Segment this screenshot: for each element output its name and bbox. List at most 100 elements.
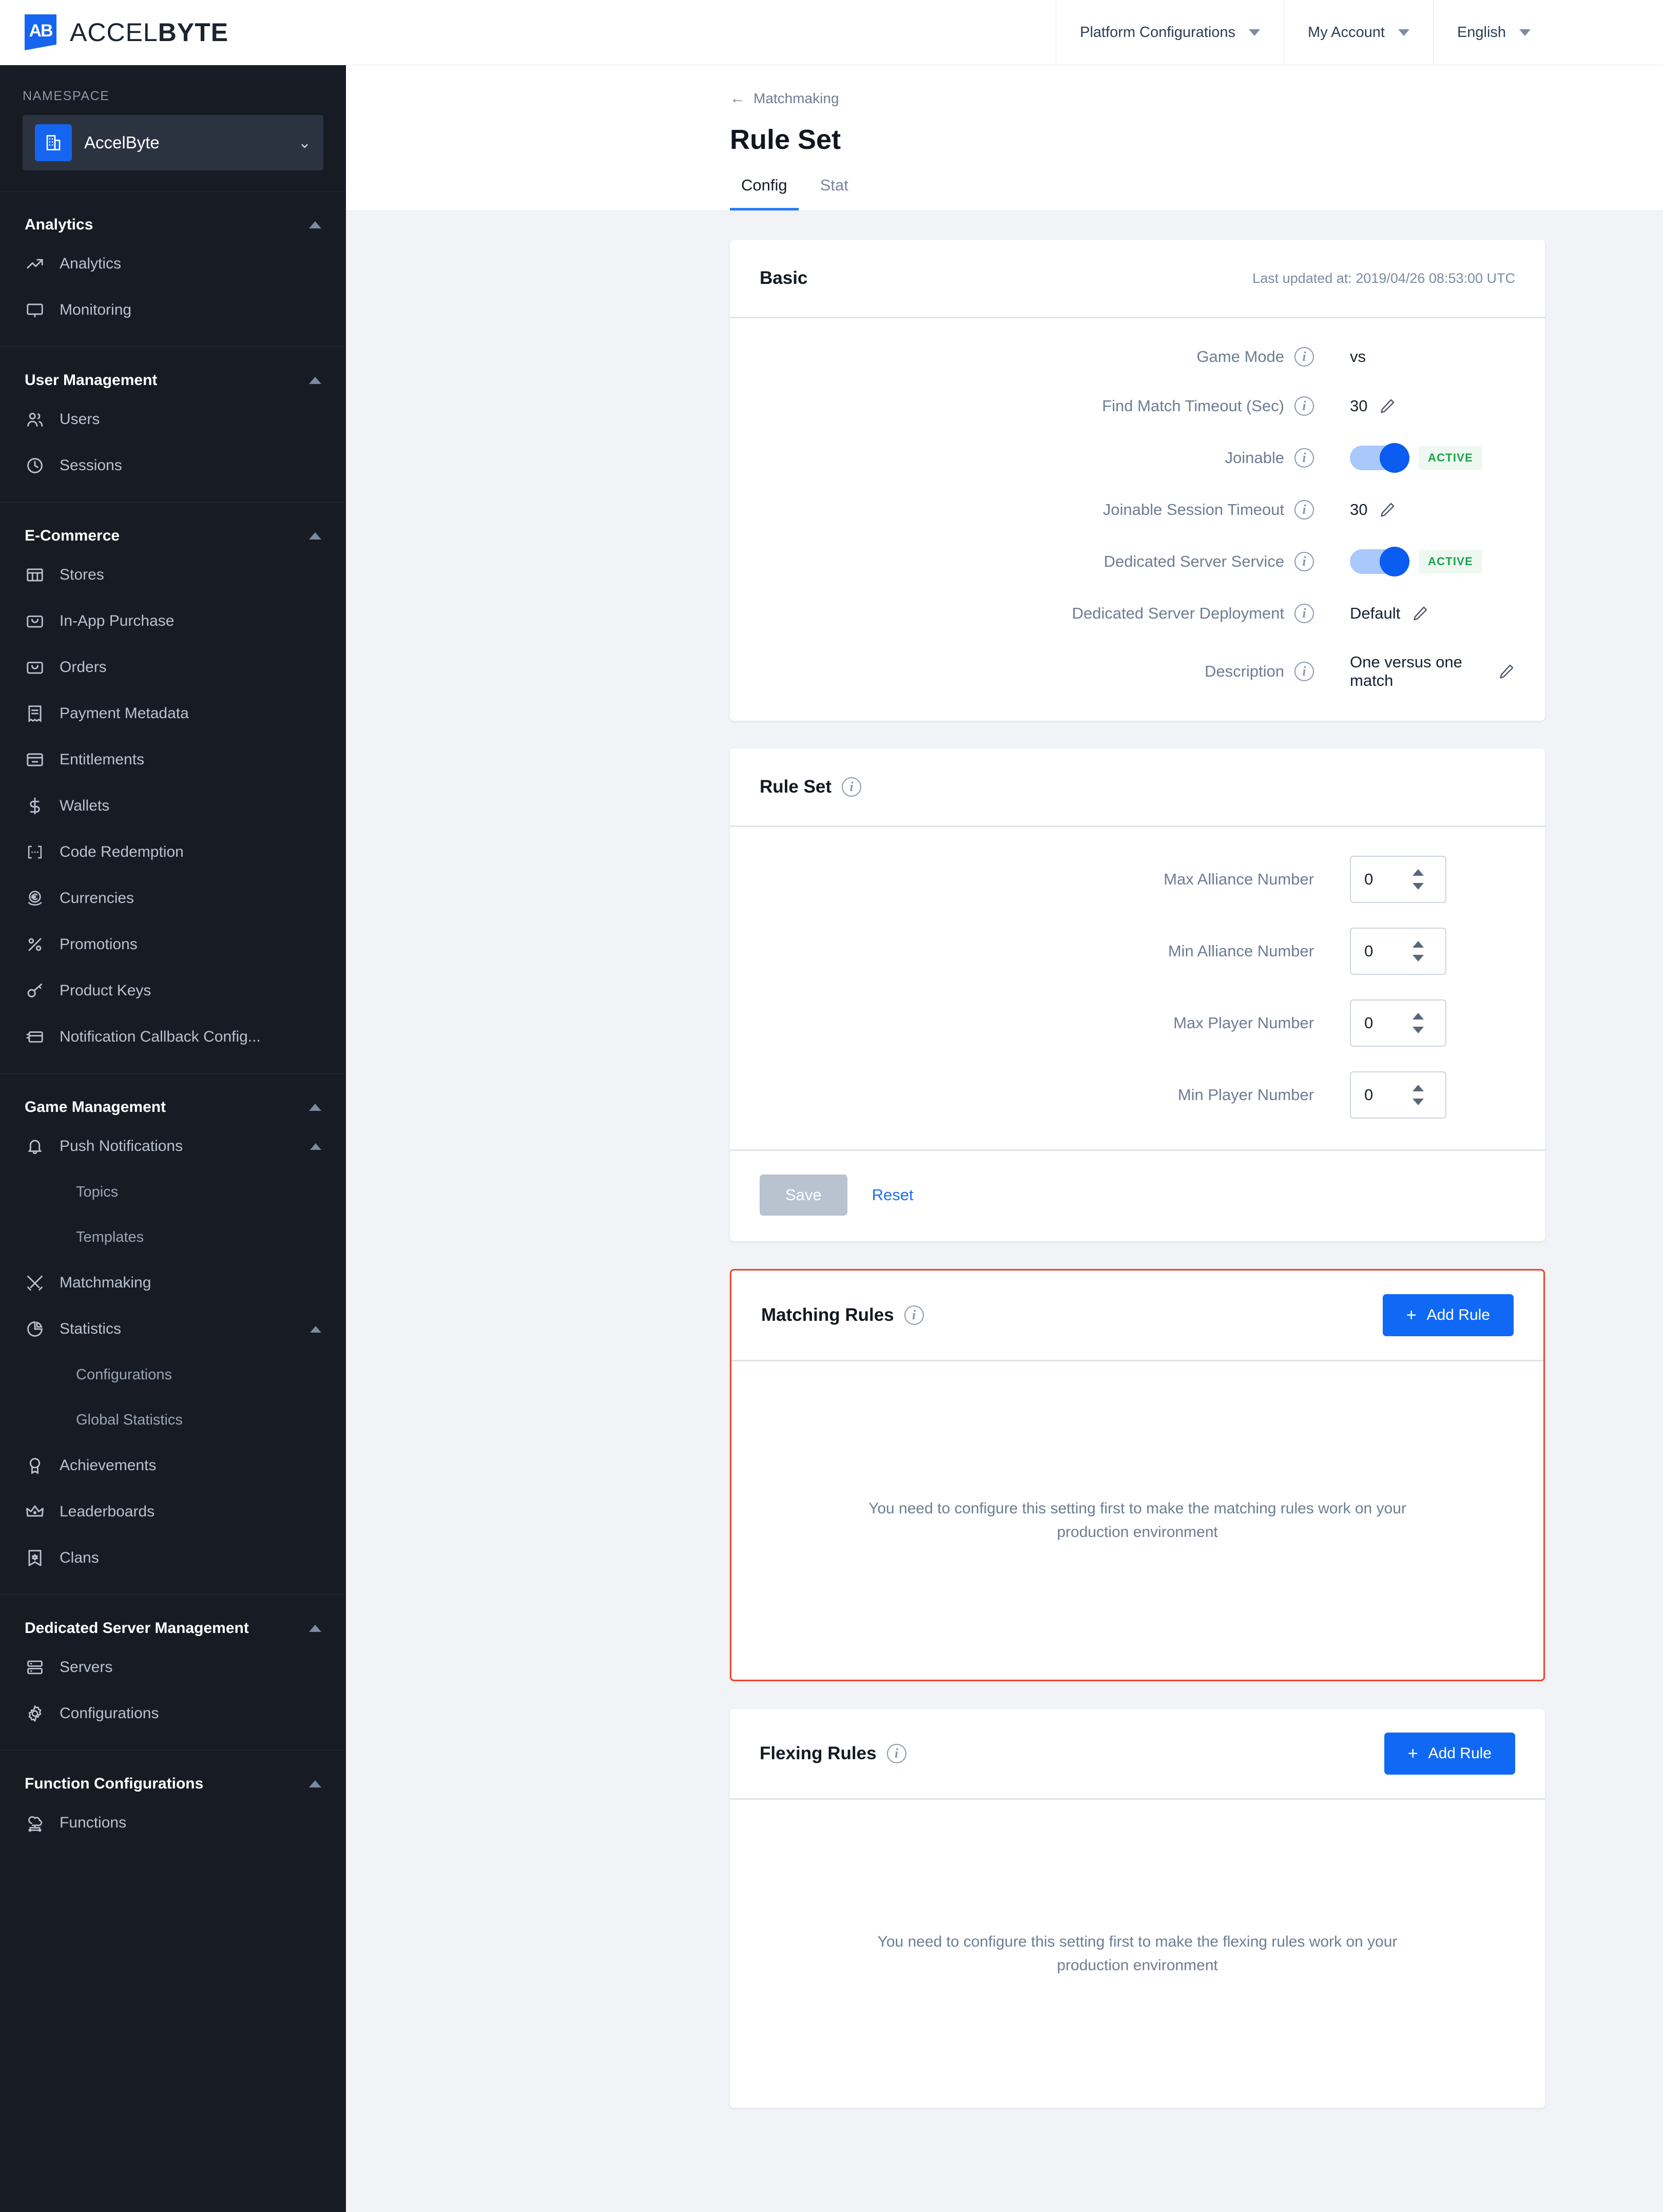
sidebar-item-orders[interactable]: Orders <box>0 644 346 690</box>
field-label-text: Find Match Timeout (Sec) <box>1102 397 1284 415</box>
top-nav-platform-configurations[interactable]: Platform Configurations <box>1056 0 1284 65</box>
edit-pencil-icon[interactable] <box>1379 501 1396 518</box>
top-nav-label: My Account <box>1308 24 1385 41</box>
max-alliance-number-stepper[interactable] <box>1350 856 1446 903</box>
info-icon[interactable]: i <box>1294 500 1314 520</box>
sidebar-item-functions[interactable]: Functions <box>0 1800 346 1846</box>
info-icon[interactable]: i <box>1294 396 1314 416</box>
edit-pencil-icon[interactable] <box>1379 397 1396 415</box>
sidebar-item-configurations[interactable]: Configurations <box>0 1690 346 1737</box>
min-player-number-input[interactable] <box>1351 1072 1413 1118</box>
sidebar-item-users[interactable]: Users <box>0 396 346 443</box>
field-label: Game Mode i <box>760 347 1314 367</box>
tab-bar: Config Stat <box>730 176 1622 210</box>
sidebar-item-matchmaking[interactable]: Matchmaking <box>0 1260 346 1306</box>
sidebar-item-product-keys[interactable]: Product Keys <box>0 968 346 1014</box>
stepper-down-icon[interactable] <box>1413 883 1424 890</box>
sidebar-subitem-topics[interactable]: Topics <box>0 1169 346 1215</box>
chevron-up-icon <box>309 1625 321 1632</box>
toggle-knob <box>1380 443 1409 473</box>
field-row-dedicated-server-deployment: Dedicated Server Deployment i Default <box>760 604 1515 623</box>
min-alliance-number-stepper[interactable] <box>1350 928 1446 975</box>
breadcrumb[interactable]: ← Matchmaking <box>730 90 1622 107</box>
sidebar-item-statistics[interactable]: Statistics <box>0 1306 346 1352</box>
sidebar-group-header-user-management[interactable]: User Management <box>0 364 346 396</box>
tab-config[interactable]: Config <box>730 176 799 210</box>
flexing-rules-card-title: Flexing Rules i <box>760 1743 906 1764</box>
stepper-down-icon[interactable] <box>1413 1027 1424 1033</box>
stepper-up-icon[interactable] <box>1413 1013 1424 1020</box>
stepper-up-icon[interactable] <box>1413 1085 1424 1091</box>
info-icon[interactable]: i <box>1294 662 1314 681</box>
sidebar-item-payment-metadata[interactable]: Payment Metadata <box>0 690 346 737</box>
sidebar-item-entitlements[interactable]: Entitlements <box>0 737 346 783</box>
add-flexing-rule-button[interactable]: + Add Rule <box>1384 1733 1515 1775</box>
info-icon[interactable]: i <box>1294 448 1314 468</box>
sidebar-item-label: Entitlements <box>60 751 145 768</box>
namespace-selector[interactable]: AccelByte ⌄ <box>23 115 323 170</box>
matching-rules-card: Matching Rules i + Add Rule You need to … <box>730 1269 1545 1681</box>
field-row-game-mode: Game Mode i vs <box>760 347 1515 367</box>
sidebar-item-monitoring[interactable]: Monitoring <box>0 287 346 333</box>
joinable-toggle[interactable] <box>1350 443 1409 473</box>
field-label: Min Player Number <box>1177 1086 1314 1104</box>
gear-icon <box>25 1703 45 1724</box>
sidebar-group-header-function-configurations[interactable]: Function Configurations <box>0 1768 346 1800</box>
sidebar-item-wallets[interactable]: Wallets <box>0 783 346 829</box>
top-bar: AB ACCELBYTE Platform Configurations My … <box>0 0 1663 65</box>
min-player-number-stepper[interactable] <box>1350 1071 1446 1119</box>
sidebar-subitem-templates[interactable]: Templates <box>0 1215 346 1260</box>
stepper-arrows <box>1413 941 1433 961</box>
last-updated-text: Last updated at: 2019/04/26 08:53:00 UTC <box>1252 270 1515 286</box>
sidebar-item-notification-callback-config[interactable]: Notification Callback Config... <box>0 1014 346 1060</box>
sidebar-group-header-ecommerce[interactable]: E-Commerce <box>0 520 346 552</box>
tab-stat[interactable]: Stat <box>809 176 860 210</box>
add-matching-rule-button[interactable]: + Add Rule <box>1382 1294 1514 1336</box>
field-value-text: Default <box>1350 604 1401 622</box>
sidebar-item-achievements[interactable]: Achievements <box>0 1442 346 1489</box>
matching-rules-title-text: Matching Rules <box>761 1305 894 1325</box>
info-icon[interactable]: i <box>1294 604 1314 623</box>
info-icon[interactable]: i <box>1294 552 1314 571</box>
max-player-number-stepper[interactable] <box>1350 999 1446 1047</box>
max-player-number-input[interactable] <box>1351 1001 1413 1046</box>
stepper-up-icon[interactable] <box>1413 869 1424 876</box>
info-icon[interactable]: i <box>842 777 862 797</box>
chevron-up-icon <box>310 1325 321 1333</box>
sidebar-item-push-notifications[interactable]: Push Notifications <box>0 1123 346 1169</box>
matching-rules-empty-state: You need to configure this setting first… <box>731 1361 1543 1680</box>
sidebar-item-code-redemption[interactable]: Code Redemption <box>0 829 346 875</box>
sidebar-item-servers[interactable]: Servers <box>0 1644 346 1690</box>
field-value: One versus one match <box>1314 653 1515 690</box>
edit-pencil-icon[interactable] <box>1411 605 1429 622</box>
sidebar-subitem-global-statistics[interactable]: Global Statistics <box>0 1397 346 1442</box>
sidebar-group-header-game-management[interactable]: Game Management <box>0 1091 346 1123</box>
info-icon[interactable]: i <box>1294 347 1314 367</box>
sidebar-item-currencies[interactable]: Currencies <box>0 875 346 921</box>
reset-button[interactable]: Reset <box>872 1186 914 1204</box>
sidebar-item-leaderboards[interactable]: Leaderboards <box>0 1489 346 1535</box>
sidebar-item-sessions[interactable]: Sessions <box>0 443 346 489</box>
dedicated-server-service-toggle[interactable] <box>1350 547 1409 576</box>
brand-logo[interactable]: AB ACCELBYTE <box>0 0 1056 65</box>
stepper-down-icon[interactable] <box>1413 1099 1424 1105</box>
sidebar-item-promotions[interactable]: Promotions <box>0 921 346 968</box>
info-icon[interactable]: i <box>904 1305 924 1325</box>
stepper-up-icon[interactable] <box>1413 941 1424 948</box>
sidebar-item-analytics[interactable]: Analytics <box>0 241 346 287</box>
stepper-down-icon[interactable] <box>1413 955 1424 961</box>
edit-pencil-icon[interactable] <box>1498 663 1515 680</box>
top-nav-language[interactable]: English <box>1433 0 1554 65</box>
sidebar-group-header-analytics[interactable]: Analytics <box>0 209 346 241</box>
max-alliance-number-input[interactable] <box>1351 857 1413 902</box>
sidebar-item-clans[interactable]: Clans <box>0 1535 346 1581</box>
min-alliance-number-input[interactable] <box>1351 929 1413 974</box>
sidebar-subitem-configurations[interactable]: Configurations <box>0 1352 346 1397</box>
callback-card-icon <box>25 1027 45 1047</box>
top-nav-my-account[interactable]: My Account <box>1284 0 1433 65</box>
sidebar-item-in-app-purchase[interactable]: In-App Purchase <box>0 598 346 644</box>
sidebar-item-stores[interactable]: Stores <box>0 552 346 598</box>
save-button[interactable]: Save <box>760 1175 847 1216</box>
sidebar-group-header-dedicated-server-management[interactable]: Dedicated Server Management <box>0 1612 346 1644</box>
info-icon[interactable]: i <box>886 1744 906 1763</box>
